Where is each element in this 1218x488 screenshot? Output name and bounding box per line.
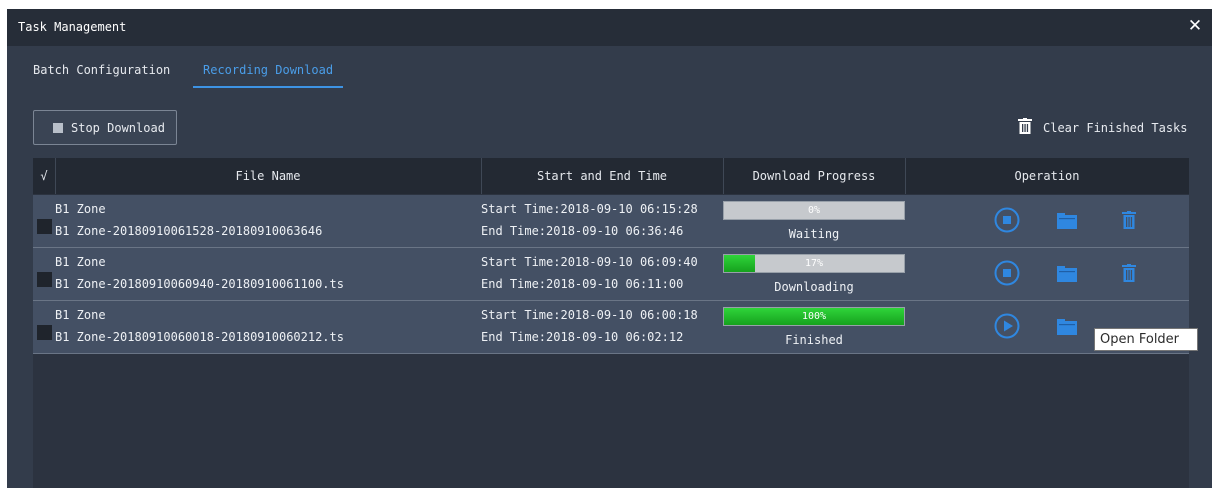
tab-bar: Batch Configuration Recording Download <box>7 46 1212 94</box>
open-folder-tooltip: Open Folder <box>1094 328 1198 351</box>
delete-icon[interactable] <box>1121 211 1137 229</box>
start-time: Start Time:2018-09-10 06:15:28 <box>481 202 698 216</box>
tab-recording-download[interactable]: Recording Download <box>203 63 333 77</box>
title-bar: Task Management ✕ <box>7 9 1212 46</box>
column-file-name: File Name <box>235 169 301 183</box>
row-checkbox[interactable] <box>37 272 52 287</box>
zone-name: B1 Zone <box>55 308 106 322</box>
active-tab-indicator <box>193 86 343 88</box>
zone-name: B1 Zone <box>55 255 106 269</box>
window-title: Task Management <box>18 20 127 34</box>
file-name: B1 Zone-20180910060018-20180910060212.ts <box>55 330 344 344</box>
open-folder-icon[interactable] <box>1057 266 1077 282</box>
progress-percent: 100% <box>801 311 827 322</box>
table-row[interactable]: B1 Zone B1 Zone-20180910060940-201809100… <box>33 248 1189 301</box>
table-header: √ File Name Start and End Time Download … <box>33 158 1189 194</box>
end-time: End Time:2018-09-10 06:36:46 <box>481 224 684 238</box>
open-folder-icon[interactable] <box>1057 319 1077 335</box>
clear-finished-tasks-label: Clear Finished Tasks <box>1043 121 1188 135</box>
stop-download-icon[interactable] <box>994 207 1020 233</box>
close-icon[interactable]: ✕ <box>1184 15 1206 37</box>
end-time: End Time:2018-09-10 06:02:12 <box>481 330 684 344</box>
column-divider <box>723 158 724 194</box>
progress-percent: 0% <box>807 205 821 216</box>
delete-icon[interactable] <box>1121 264 1137 282</box>
column-start-end-time: Start and End Time <box>536 169 668 183</box>
row-checkbox[interactable] <box>37 219 52 234</box>
progress-percent: 17% <box>804 258 824 269</box>
column-divider <box>55 158 56 194</box>
stop-download-label: Stop Download <box>71 121 165 135</box>
stop-icon <box>53 123 63 133</box>
row-checkbox[interactable] <box>37 325 52 340</box>
download-task-table: √ File Name Start and End Time Download … <box>33 158 1189 488</box>
start-time: Start Time:2018-09-10 06:00:18 <box>481 308 698 322</box>
file-name: B1 Zone-20180910061528-20180910063646 <box>55 224 323 238</box>
progress-bar: 0% <box>723 201 905 220</box>
download-status: Waiting <box>788 227 840 241</box>
tab-batch-configuration[interactable]: Batch Configuration <box>33 63 170 77</box>
table-row[interactable]: B1 Zone B1 Zone-20180910061528-201809100… <box>33 195 1189 248</box>
task-management-window: Task Management ✕ Batch Configuration Re… <box>7 9 1212 488</box>
column-divider <box>905 158 906 194</box>
column-divider <box>481 158 482 194</box>
column-download-progress: Download Progress <box>752 169 876 183</box>
table-row[interactable]: B1 Zone B1 Zone-20180910060018-201809100… <box>33 301 1189 354</box>
stop-download-icon[interactable] <box>994 260 1020 286</box>
play-icon[interactable] <box>994 313 1020 339</box>
select-all-checkbox[interactable]: √ <box>33 158 55 194</box>
zone-name: B1 Zone <box>55 202 106 216</box>
download-status: Downloading <box>774 280 854 294</box>
trash-icon <box>1018 118 1032 134</box>
file-name: B1 Zone-20180910060940-20180910061100.ts <box>55 277 344 291</box>
end-time: End Time:2018-09-10 06:11:00 <box>481 277 684 291</box>
stop-download-button[interactable]: Stop Download <box>33 110 177 145</box>
download-status: Finished <box>785 333 843 347</box>
progress-bar: 100% <box>723 307 905 326</box>
open-folder-icon[interactable] <box>1057 213 1077 229</box>
start-time: Start Time:2018-09-10 06:09:40 <box>481 255 698 269</box>
progress-bar: 17% <box>723 254 905 273</box>
column-operation: Operation <box>1014 169 1080 183</box>
